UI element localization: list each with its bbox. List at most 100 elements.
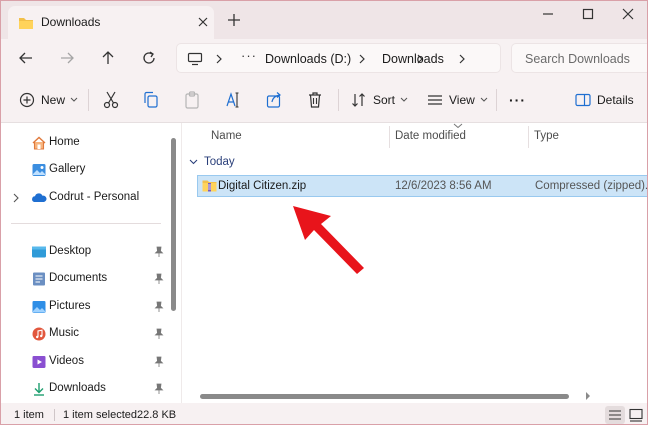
sort-label: Sort	[373, 93, 396, 107]
breadcrumb-overflow[interactable]: ···	[241, 48, 257, 63]
file-row[interactable]: Digital Citizen.zip 12/6/2023 8:56 AM Co…	[197, 175, 648, 197]
sidebar-item-label: Gallery	[49, 163, 86, 175]
sidebar-scrollbar[interactable]	[171, 138, 176, 311]
pin-icon[interactable]	[154, 328, 164, 340]
details-button[interactable]: Details	[575, 90, 634, 110]
documents-icon	[33, 272, 45, 286]
group-header-today[interactable]: Today	[189, 156, 235, 168]
view-lines-icon	[428, 95, 442, 105]
back-arrow-icon[interactable]	[17, 49, 35, 67]
sort-button[interactable]: Sort	[351, 90, 408, 110]
sidebar-item-label: Codrut - Personal	[49, 191, 140, 203]
sort-chevron-icon	[453, 123, 463, 129]
zip-folder-icon	[202, 180, 217, 192]
maximize-icon[interactable]	[574, 6, 602, 22]
details-view-icon[interactable]	[605, 406, 625, 424]
toolbar-divider	[88, 89, 89, 111]
column-header-name[interactable]: Name	[211, 130, 242, 142]
more-options-button[interactable]: ···	[509, 90, 526, 110]
sidebar-item-home[interactable]: Home	[1, 130, 169, 156]
file-name: Digital Citizen.zip	[218, 180, 307, 192]
toolbar-divider	[338, 89, 339, 111]
new-button[interactable]: New	[19, 90, 78, 110]
tiles-view-icon[interactable]	[626, 406, 646, 424]
tab-title: Downloads	[41, 15, 101, 29]
sidebar-item-onedrive[interactable]: Codrut - Personal	[1, 185, 169, 211]
group-label: Today	[204, 156, 235, 168]
sidebar-item-videos[interactable]: Videos	[1, 349, 169, 375]
file-list: Name Date modified Type Today Digital Ci…	[183, 123, 648, 403]
refresh-icon[interactable]	[140, 49, 158, 67]
sidebar-item-music[interactable]: Music	[1, 321, 169, 347]
this-pc-icon	[187, 52, 203, 66]
chevron-down-icon	[400, 97, 408, 102]
search-placeholder: Search Downloads	[525, 52, 630, 66]
file-type: Compressed (zipped)...	[535, 180, 648, 192]
sort-icon	[352, 93, 365, 107]
onedrive-icon	[32, 193, 47, 202]
share-icon[interactable]	[265, 90, 283, 110]
navigation-pane: Home Gallery Codrut - Personal Desktop D…	[1, 123, 182, 403]
pin-icon[interactable]	[154, 383, 164, 395]
column-header-date[interactable]: Date modified	[395, 130, 466, 142]
pin-icon[interactable]	[154, 246, 164, 258]
scroll-right-arrow-icon[interactable]	[585, 391, 591, 401]
sidebar-item-label: Music	[49, 327, 80, 339]
sidebar-item-label: Videos	[49, 355, 84, 367]
column-divider[interactable]	[528, 126, 529, 148]
selected-count: 1 item selected	[63, 409, 137, 421]
horizontal-scrollbar[interactable]	[200, 394, 569, 399]
tab-bar: Downloads	[1, 1, 647, 39]
videos-icon	[32, 356, 46, 368]
status-bar: 1 item 1 item selected 22.8 KB	[1, 403, 647, 424]
delete-icon[interactable]	[306, 90, 324, 110]
rename-icon[interactable]	[224, 90, 242, 110]
column-divider[interactable]	[389, 126, 390, 148]
sidebar-item-label: Desktop	[49, 245, 92, 257]
column-header-type[interactable]: Type	[534, 130, 559, 142]
view-button[interactable]: View	[427, 90, 488, 110]
sidebar-divider	[11, 223, 161, 224]
tab-downloads[interactable]: Downloads	[8, 6, 214, 39]
chevron-right-icon[interactable]	[12, 193, 20, 203]
item-count: 1 item	[14, 409, 44, 421]
breadcrumb-drive[interactable]: Downloads (D:)	[265, 52, 351, 66]
folder-icon	[19, 18, 33, 29]
breadcrumb-folder[interactable]: Downloads	[382, 52, 444, 66]
sidebar-item-desktop[interactable]: Desktop	[1, 239, 169, 265]
up-arrow-icon[interactable]	[99, 49, 117, 67]
close-tab-icon[interactable]	[194, 13, 212, 31]
chevron-down-icon	[480, 97, 488, 102]
copy-icon[interactable]	[142, 90, 160, 110]
details-label: Details	[597, 93, 634, 107]
pictures-icon	[32, 301, 46, 313]
new-tab-icon[interactable]	[226, 12, 242, 28]
close-window-icon[interactable]	[614, 6, 642, 22]
desktop-icon	[32, 246, 46, 258]
gallery-icon	[32, 164, 46, 176]
pin-icon[interactable]	[154, 273, 164, 285]
breadcrumb-chevron-icon[interactable]	[214, 53, 224, 65]
chevron-down-icon	[189, 159, 198, 165]
breadcrumb-chevron-icon[interactable]	[457, 53, 467, 65]
new-label: New	[41, 93, 66, 107]
downloads-icon	[34, 383, 44, 396]
file-date: 12/6/2023 8:56 AM	[395, 180, 492, 192]
sidebar-item-downloads[interactable]: Downloads	[1, 376, 169, 402]
sidebar-item-pictures[interactable]: Pictures	[1, 294, 169, 320]
minimize-icon[interactable]	[534, 6, 562, 22]
home-icon	[32, 136, 46, 150]
sidebar-item-label: Documents	[49, 272, 108, 284]
paste-icon[interactable]	[183, 90, 201, 110]
plus-circle-icon	[19, 92, 35, 108]
search-input[interactable]: Search Downloads	[511, 43, 647, 73]
cut-icon[interactable]	[102, 90, 120, 110]
pin-icon[interactable]	[154, 356, 164, 368]
forward-arrow-icon[interactable]	[58, 49, 76, 67]
music-icon	[32, 327, 46, 341]
sidebar-item-gallery[interactable]: Gallery	[1, 157, 169, 183]
sidebar-item-documents[interactable]: Documents	[1, 266, 169, 292]
address-bar[interactable]: ··· Downloads (D:) Downloads	[176, 43, 501, 73]
pin-icon[interactable]	[154, 301, 164, 313]
breadcrumb-chevron-icon[interactable]	[357, 53, 367, 65]
